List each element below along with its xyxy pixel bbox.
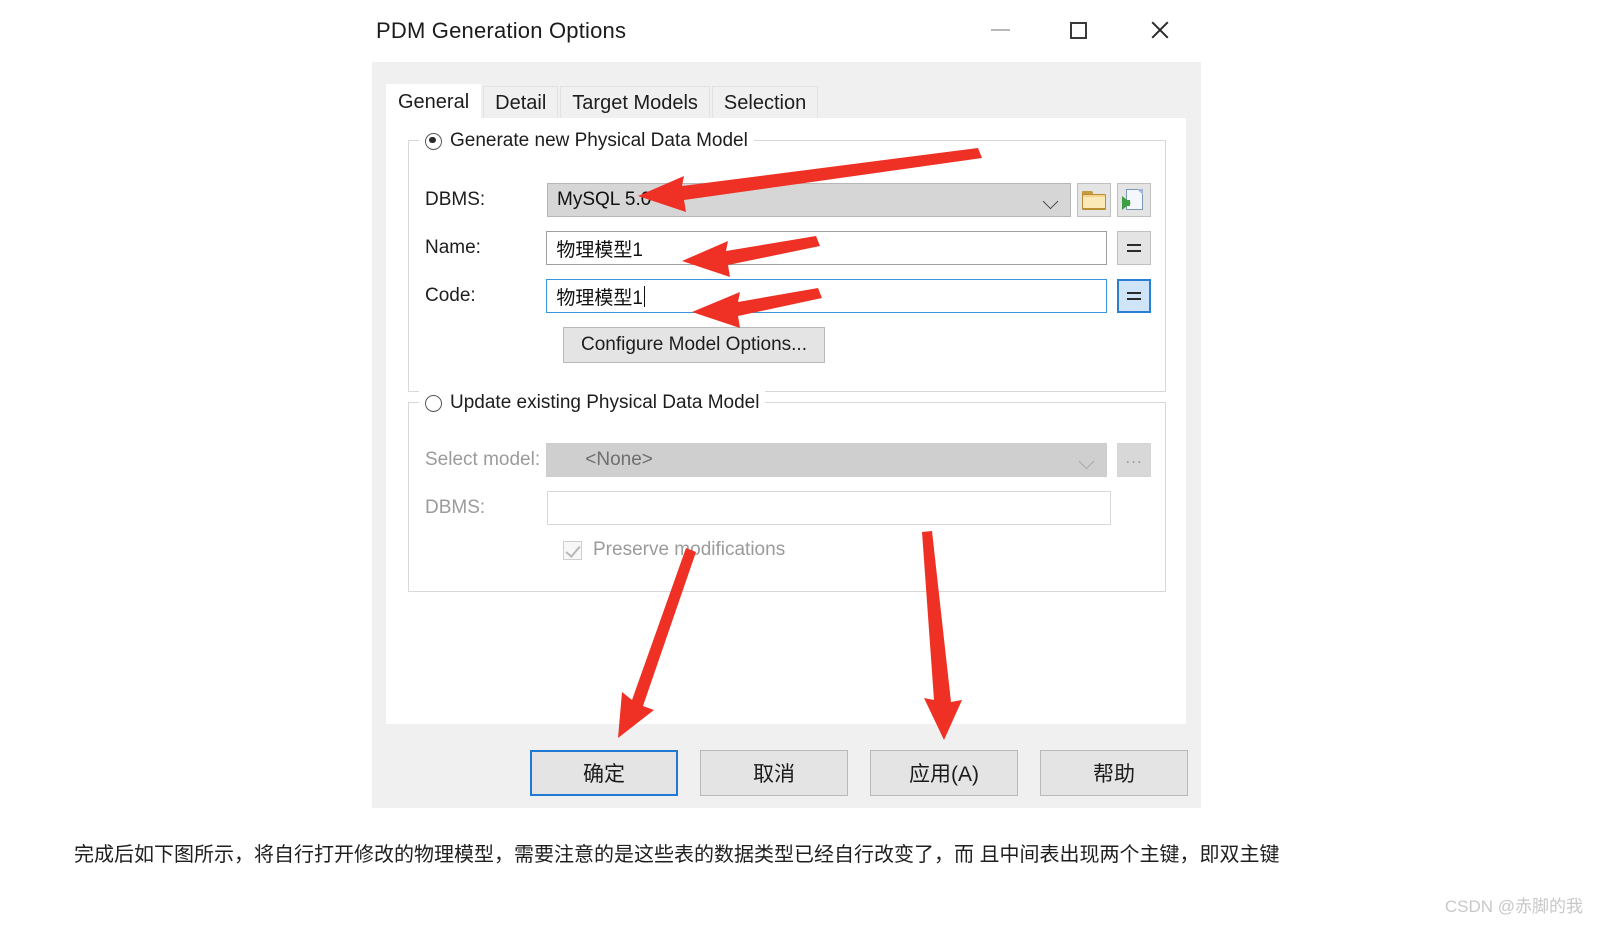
maximize-button[interactable] (1050, 8, 1106, 52)
document-import-icon (1122, 189, 1146, 211)
minimize-button[interactable] (972, 8, 1028, 52)
name-row: Name: 物理模型1 (425, 231, 1151, 265)
help-button[interactable]: 帮助 (1040, 750, 1188, 796)
generate-new-model-group: Generate new Physical Data Model DBMS: M… (408, 129, 1166, 392)
cancel-button[interactable]: 取消 (700, 750, 848, 796)
text-caret (643, 285, 645, 307)
dbms-value: MySQL 5.0 (557, 189, 652, 210)
radio-generate-new-model[interactable] (425, 132, 442, 150)
tab-target-models[interactable]: Target Models (560, 86, 710, 119)
tab-detail[interactable]: Detail (483, 86, 559, 119)
ok-button[interactable]: 确定 (530, 750, 678, 796)
ellipsis-icon: ... (1125, 447, 1143, 467)
select-model-row: Select model: <None> ... (425, 443, 1151, 477)
update-dbms-label: DBMS: (425, 497, 486, 518)
update-dbms-row: DBMS: (425, 491, 1151, 525)
equals-icon (1127, 291, 1142, 301)
preserve-modifications-label: Preserve modifications (593, 539, 786, 560)
generate-new-model-header[interactable]: Generate new Physical Data Model (419, 129, 754, 153)
dialog-body: General Detail Target Models Selection G… (372, 62, 1201, 808)
select-model-label: Select model: (425, 449, 541, 470)
equals-icon (1127, 243, 1142, 253)
watermark: CSDN @赤脚的我 (1444, 897, 1583, 916)
name-equals-button[interactable] (1117, 231, 1151, 265)
configure-model-options-button[interactable]: Configure Model Options... (563, 327, 825, 363)
dbms-row: DBMS: MySQL 5.0 (425, 183, 1151, 217)
maximize-icon (1069, 21, 1087, 39)
dialog-titlebar[interactable]: PDM Generation Options (372, 0, 1201, 62)
chevron-down-icon (1081, 456, 1093, 468)
name-label: Name: (425, 237, 481, 258)
apply-button[interactable]: 应用(A) (870, 750, 1018, 796)
update-existing-model-group: Update existing Physical Data Model Sele… (408, 391, 1166, 592)
preserve-modifications-checkbox[interactable] (563, 540, 582, 560)
dialog-button-bar: 确定 取消 应用(A) 帮助 (372, 744, 1201, 808)
close-button[interactable] (1132, 8, 1188, 52)
select-model-browse-button[interactable]: ... (1117, 443, 1151, 477)
tab-general[interactable]: General (386, 84, 482, 119)
radio-update-existing-model-label: Update existing Physical Data Model (450, 392, 760, 413)
code-row: Code: 物理模型1 (425, 279, 1151, 313)
dbms-browse-button[interactable] (1077, 183, 1111, 217)
tab-selection[interactable]: Selection (711, 86, 819, 119)
dbms-combobox[interactable]: MySQL 5.0 (547, 183, 1071, 217)
folder-icon (1082, 190, 1106, 210)
dialog-title: PDM Generation Options (376, 18, 627, 43)
select-model-combobox[interactable]: <None> (546, 443, 1108, 477)
radio-update-existing-model[interactable] (425, 394, 442, 412)
update-dbms-input[interactable] (547, 491, 1111, 525)
code-input[interactable]: 物理模型1 (546, 279, 1108, 313)
tabstrip: General Detail Target Models Selection (386, 84, 820, 119)
caption-text: 完成后如下图所示，将自行打开修改的物理模型，需要注意的是这些表的数据类型已经自行… (74, 844, 1280, 866)
chevron-down-icon (1045, 196, 1057, 208)
code-equals-button[interactable] (1117, 279, 1151, 313)
dbms-import-button[interactable] (1117, 183, 1151, 217)
close-icon (1149, 19, 1171, 41)
update-existing-model-header[interactable]: Update existing Physical Data Model (419, 391, 766, 415)
select-model-value: <None> (585, 449, 653, 470)
code-label: Code: (425, 285, 476, 306)
code-value: 物理模型1 (556, 287, 643, 309)
preserve-modifications-row[interactable]: Preserve modifications (563, 539, 785, 561)
pdm-generation-options-dialog: PDM Generation Options General Detail Ta… (372, 0, 1201, 808)
name-input[interactable]: 物理模型1 (546, 231, 1108, 265)
name-value: 物理模型1 (556, 239, 643, 261)
tab-panel-general: Generate new Physical Data Model DBMS: M… (386, 118, 1186, 724)
dbms-label: DBMS: (425, 189, 486, 210)
radio-generate-new-model-label: Generate new Physical Data Model (450, 130, 748, 151)
minimize-icon (990, 29, 1010, 31)
